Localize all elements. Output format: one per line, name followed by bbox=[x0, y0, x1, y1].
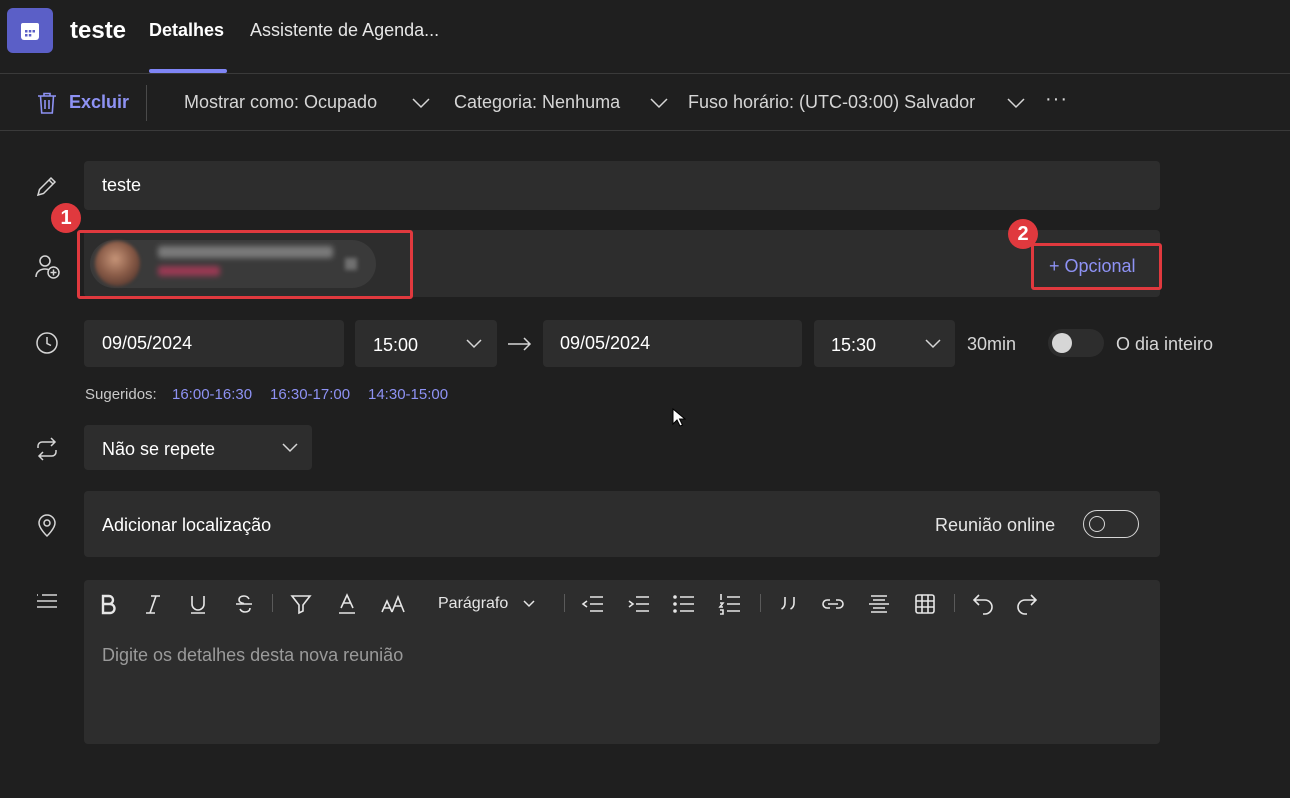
redo-icon[interactable] bbox=[1014, 591, 1040, 617]
online-meeting-label: Reunião online bbox=[935, 515, 1056, 535]
increase-indent-icon[interactable] bbox=[626, 591, 652, 617]
chevron-down-icon bbox=[1007, 98, 1025, 109]
font-color-icon[interactable] bbox=[334, 591, 360, 617]
meeting-title: teste bbox=[70, 17, 127, 44]
start-time-value: 15:00 bbox=[373, 335, 419, 355]
chevron-down-icon bbox=[282, 443, 298, 453]
add-people-icon bbox=[34, 253, 60, 279]
clock-icon bbox=[34, 330, 60, 356]
bold-icon[interactable] bbox=[95, 591, 121, 617]
suggested-slot[interactable]: 16:30-17:00 bbox=[270, 386, 350, 403]
underline-icon[interactable] bbox=[185, 591, 211, 617]
toggle-knob bbox=[1089, 516, 1105, 532]
strikethrough-icon[interactable] bbox=[231, 591, 257, 617]
chevron-down-icon bbox=[466, 339, 482, 349]
more-options-button[interactable]: ··· bbox=[1045, 88, 1068, 111]
timezone-dropdown[interactable]: Fuso horário: (UTC-03:00) Salvador bbox=[688, 92, 975, 113]
arrow-right-icon bbox=[508, 337, 532, 351]
chevron-down-icon bbox=[523, 600, 535, 608]
pencil-icon bbox=[34, 173, 60, 199]
title-input-value: teste bbox=[102, 175, 142, 195]
font-size-icon[interactable] bbox=[380, 591, 406, 617]
toolbar-divider bbox=[564, 594, 565, 612]
chevron-down-icon bbox=[925, 339, 941, 349]
start-date-value: 09/05/2024 bbox=[102, 333, 193, 353]
details-placeholder: Digite os detalhes desta nova reunião bbox=[102, 645, 404, 665]
repeat-icon bbox=[34, 436, 60, 462]
tab-details[interactable]: Detalhes bbox=[149, 20, 224, 41]
show-as-dropdown[interactable]: Mostrar como: Ocupado bbox=[184, 92, 377, 113]
decrease-indent-icon[interactable] bbox=[580, 591, 606, 617]
italic-icon[interactable] bbox=[140, 591, 166, 617]
delete-button[interactable]: Excluir bbox=[69, 92, 129, 113]
toolbar-divider bbox=[146, 85, 147, 121]
annotation-badge-1: 1 bbox=[51, 203, 81, 233]
chevron-down-icon bbox=[650, 98, 668, 109]
toolbar-divider bbox=[272, 594, 273, 612]
numbered-list-icon[interactable] bbox=[717, 591, 743, 617]
toolbar-divider bbox=[954, 594, 955, 612]
location-placeholder: Adicionar localização bbox=[102, 515, 272, 535]
toolbar-divider bbox=[760, 594, 761, 612]
end-time-value: 15:30 bbox=[831, 335, 877, 355]
end-date-value: 09/05/2024 bbox=[560, 333, 651, 353]
annotation-box-1 bbox=[77, 230, 413, 299]
location-pin-icon bbox=[34, 512, 60, 538]
undo-icon[interactable] bbox=[970, 591, 996, 617]
highlight-icon[interactable] bbox=[288, 591, 314, 617]
active-tab-indicator bbox=[149, 69, 227, 73]
repeat-value: Não se repete bbox=[102, 439, 216, 459]
link-icon[interactable] bbox=[820, 591, 846, 617]
title-input[interactable] bbox=[84, 161, 1160, 210]
horizontal-rule-icon[interactable] bbox=[866, 591, 892, 617]
chevron-down-icon bbox=[412, 98, 430, 109]
suggested-label: Sugeridos: bbox=[85, 386, 157, 403]
suggested-slot[interactable]: 14:30-15:00 bbox=[368, 386, 448, 403]
suggested-slot[interactable]: 16:00-16:30 bbox=[172, 386, 252, 403]
annotation-badge-2: 2 bbox=[1008, 219, 1038, 249]
bulleted-list-icon[interactable] bbox=[671, 591, 697, 617]
mouse-cursor-icon bbox=[672, 408, 686, 427]
all-day-label: O dia inteiro bbox=[1116, 334, 1214, 354]
quote-icon[interactable] bbox=[776, 591, 802, 617]
tab-scheduling-assistant[interactable]: Assistente de Agenda... bbox=[250, 20, 439, 41]
annotation-box-2 bbox=[1031, 243, 1162, 290]
toggle-knob bbox=[1052, 333, 1072, 353]
trash-icon[interactable] bbox=[35, 90, 59, 121]
calendar-app-icon bbox=[7, 8, 53, 53]
paragraph-style-dropdown[interactable]: Parágrafo bbox=[438, 595, 508, 613]
table-icon[interactable] bbox=[912, 591, 938, 617]
details-list-icon bbox=[34, 590, 60, 616]
category-dropdown[interactable]: Categoria: Nenhuma bbox=[454, 92, 620, 113]
duration-label: 30min bbox=[967, 334, 1017, 354]
